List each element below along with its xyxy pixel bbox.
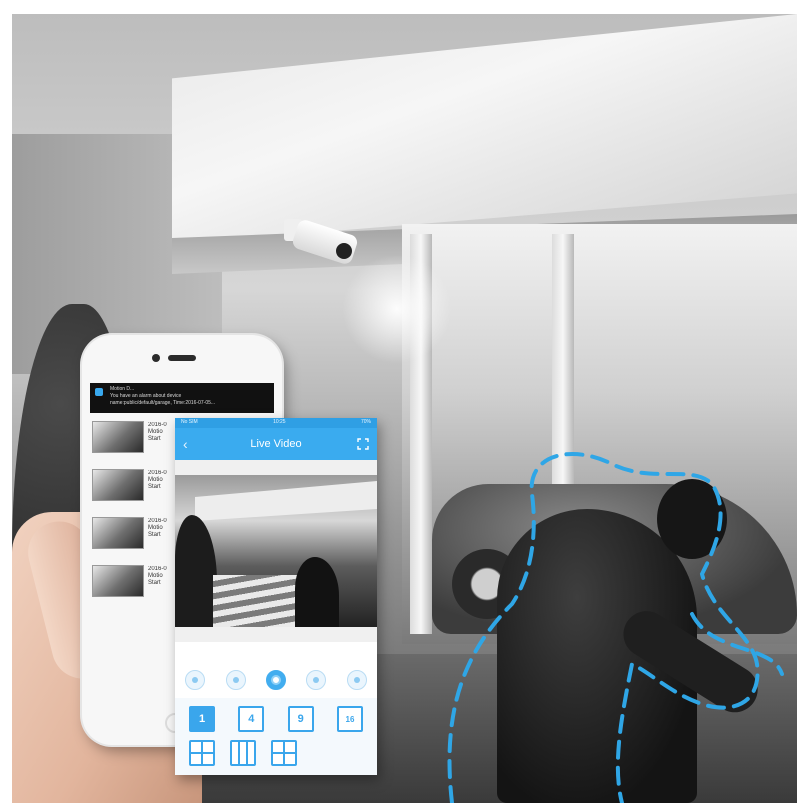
motion-outline-path — [690, 612, 784, 676]
nine-view-icon[interactable]: 9 — [287, 706, 314, 732]
snapshot-icon[interactable] — [306, 670, 327, 690]
speaker-icon[interactable] — [225, 670, 246, 690]
list-item[interactable]: 2016-0 Motio Start — [92, 513, 182, 561]
video-panel[interactable] — [175, 460, 377, 642]
event-list: 2016-0 Motio Start 2016-0 Motio Start 20… — [92, 417, 182, 609]
split-view-icon[interactable] — [189, 740, 215, 766]
notification-title: Motion D... — [110, 386, 135, 392]
live-video-app: No SIM 10:25 70% ‹ Live Video 1 4 9 16 — [175, 418, 377, 775]
layout-selector: 1 4 9 16 — [175, 698, 377, 775]
grid-view-icon[interactable] — [230, 740, 256, 766]
motion-outline-path — [447, 452, 760, 803]
nav-bar: ‹ Live Video — [175, 428, 377, 460]
phone-speaker — [168, 355, 196, 361]
fullscreen-icon[interactable] — [357, 438, 369, 450]
back-arrow-icon[interactable]: ‹ — [183, 428, 188, 460]
push-notification[interactable]: Motion D... You have an alarm about devi… — [90, 383, 274, 413]
event-thumbnail — [92, 421, 144, 453]
notification-line: name:public/default/garage, Time:2016-07… — [110, 400, 216, 406]
list-item[interactable]: 2016-0 Motio Start — [92, 417, 182, 465]
record-icon[interactable] — [265, 670, 286, 690]
event-thumbnail — [92, 469, 144, 501]
live-video-feed[interactable] — [175, 475, 377, 627]
list-item[interactable]: 2016-0 Motio Start — [92, 561, 182, 609]
status-bar: No SIM 10:25 70% — [175, 418, 377, 428]
carrier-text: No SIM — [181, 419, 198, 425]
battery-text: 70% — [360, 419, 371, 425]
microphone-icon[interactable] — [185, 670, 206, 690]
app-notification-icon — [95, 388, 103, 396]
event-thumbnail — [92, 565, 144, 597]
page-title: Live Video — [250, 438, 302, 450]
lock-icon[interactable] — [346, 670, 367, 690]
list-item[interactable]: 2016-0 Motio Start — [92, 465, 182, 513]
clock-text: 10:25 — [273, 419, 286, 425]
wide-view-icon[interactable] — [271, 740, 297, 766]
front-camera — [152, 354, 160, 362]
playback-controls — [175, 666, 377, 694]
single-view-icon[interactable]: 1 — [189, 706, 215, 732]
feed-roof — [195, 481, 377, 521]
feed-plants — [175, 515, 217, 627]
feed-intruder — [295, 557, 339, 627]
notification-line: You have an alarm about device — [110, 393, 182, 399]
quad-view-icon[interactable]: 4 — [238, 706, 265, 732]
event-thumbnail — [92, 517, 144, 549]
sixteen-view-icon[interactable]: 16 — [336, 706, 363, 732]
